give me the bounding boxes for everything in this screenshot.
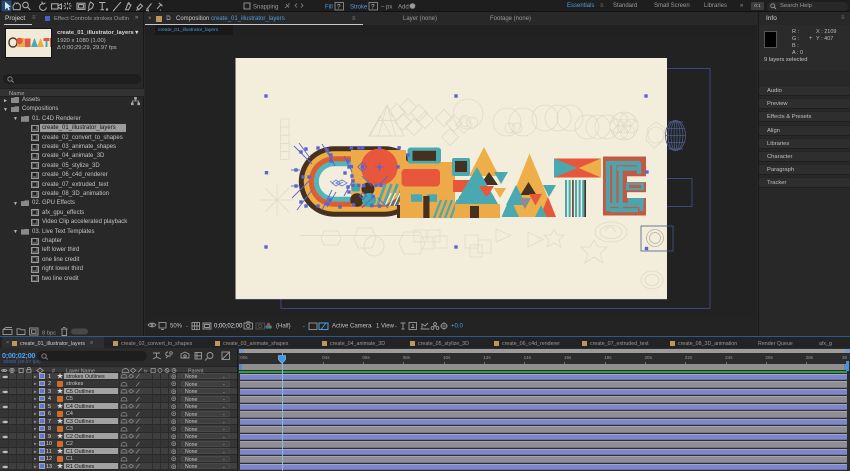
- svg-text:Stroke: Stroke: [350, 5, 368, 11]
- svg-text:Fill: Fill: [325, 5, 333, 11]
- svg-text:Active Camera: Active Camera: [332, 324, 372, 330]
- svg-text:?: ?: [337, 4, 341, 11]
- svg-text:1 View: 1 View: [376, 324, 395, 330]
- svg-text:⌄: ⌄: [369, 323, 373, 328]
- svg-text:⌄: ⌄: [302, 323, 306, 328]
- svg-text:– px: – px: [381, 5, 392, 11]
- svg-text:Add:: Add:: [398, 5, 411, 11]
- svg-text:Snapping: Snapping: [253, 5, 278, 11]
- svg-text:0;00;02;00: 0;00;02;00: [214, 324, 243, 330]
- svg-text:(Half): (Half): [276, 324, 291, 330]
- svg-text:?: ?: [371, 4, 375, 11]
- svg-text:+0.0: +0.0: [451, 324, 464, 330]
- svg-text:50%: 50%: [170, 324, 183, 330]
- svg-text:⌄: ⌄: [185, 323, 189, 328]
- svg-text:⌄: ⌄: [394, 323, 398, 328]
